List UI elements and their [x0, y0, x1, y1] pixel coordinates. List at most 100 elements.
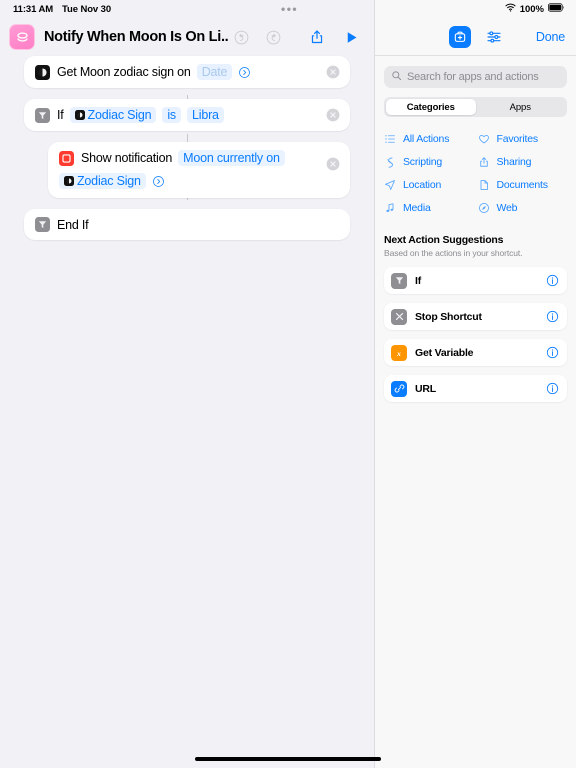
category-label: All Actions: [403, 133, 450, 145]
document-icon: [478, 179, 490, 191]
segmented-control-container: Categories Apps: [375, 88, 576, 117]
multitask-dots-icon[interactable]: •••: [281, 3, 298, 15]
action-card-if[interactable]: If Zodiac Sign is Libra: [24, 99, 350, 131]
tab-categories[interactable]: Categories: [386, 99, 476, 115]
suggestions-subtitle: Based on the actions in your shortcut.: [384, 248, 523, 258]
search-placeholder: Search for apps and actions: [407, 71, 539, 83]
info-icon[interactable]: [546, 346, 559, 359]
add-action-icon[interactable]: [448, 25, 471, 48]
condition-value-token[interactable]: Libra: [187, 107, 224, 123]
action-label: End If: [57, 217, 89, 232]
action-row: End If: [24, 209, 350, 240]
done-button[interactable]: Done: [536, 30, 565, 44]
category-location[interactable]: Location: [384, 179, 478, 191]
action-row-secondary: Zodiac Sign: [48, 173, 350, 198]
suggestion-label: Get Variable: [415, 346, 474, 359]
category-scripting[interactable]: Scripting: [384, 156, 478, 168]
category-label: Media: [403, 202, 431, 214]
moon-icon: [64, 176, 74, 186]
redo-icon[interactable]: [260, 24, 286, 50]
safari-icon: [478, 202, 490, 214]
search-icon: [391, 68, 402, 86]
variable-token-label: Zodiac Sign: [87, 108, 152, 122]
action-label: Show notification: [81, 151, 173, 165]
category-sharing[interactable]: Sharing: [478, 156, 572, 168]
suggestion-item-get-variable[interactable]: x Get Variable: [384, 339, 567, 366]
search-container: Search for apps and actions: [375, 56, 576, 88]
list-icon: [384, 133, 396, 145]
if-icon: [35, 217, 50, 232]
action-row: Get Moon zodiac sign on Date: [24, 56, 350, 88]
suggestion-item-stop-shortcut[interactable]: Stop Shortcut: [384, 303, 567, 330]
variable-token-zodiac-sign[interactable]: Zodiac Sign: [69, 107, 157, 123]
remove-action-button[interactable]: [326, 65, 340, 79]
action-card-end-if[interactable]: End If: [24, 209, 350, 240]
suggestions-title: Next Action Suggestions: [384, 234, 504, 246]
category-label: Web: [496, 202, 518, 214]
play-icon[interactable]: [338, 24, 364, 50]
if-icon: [391, 272, 407, 289]
library-toolbar: Done: [375, 18, 576, 56]
moon-icon: [35, 64, 50, 80]
category-favorites[interactable]: Favorites: [478, 133, 572, 145]
category-documents[interactable]: Documents: [478, 179, 572, 191]
notification-icon: [59, 150, 74, 166]
action-label: If: [57, 108, 64, 122]
status-bar-left: 11:31 AM Tue Nov 30 •••: [0, 0, 374, 18]
action-card-show-notification[interactable]: Show notification Moon currently on Zodi…: [48, 142, 350, 198]
category-label: Location: [403, 179, 442, 191]
battery-icon: [548, 3, 565, 15]
if-icon: [35, 107, 50, 123]
segmented-control: Categories Apps: [384, 97, 567, 117]
undo-icon[interactable]: [228, 24, 254, 50]
page-title: Notify When Moon Is On Li...: [44, 29, 228, 45]
action-library-pane: 100% Done Search for apps and actions Ca…: [375, 0, 576, 768]
status-bar-date: Tue Nov 30: [62, 3, 112, 15]
condition-operator-token[interactable]: is: [162, 107, 181, 123]
remove-action-button[interactable]: [326, 157, 340, 171]
x-icon: [391, 308, 407, 325]
search-input[interactable]: Search for apps and actions: [384, 66, 567, 88]
suggestion-item-if[interactable]: If: [384, 267, 567, 294]
home-indicator[interactable]: [195, 757, 381, 761]
suggestion-item-url[interactable]: URL: [384, 375, 567, 402]
category-label: Favorites: [496, 133, 539, 145]
action-card-get-moon-zodiac-sign[interactable]: Get Moon zodiac sign on Date: [24, 56, 350, 88]
shortcuts-app-screen: 11:31 AM Tue Nov 30 ••• Notify When Moon…: [0, 0, 576, 768]
tab-apps[interactable]: Apps: [476, 99, 566, 115]
info-icon[interactable]: [546, 274, 559, 287]
status-bar-right: 100%: [375, 0, 576, 18]
scripting-icon: [384, 156, 396, 168]
chevron-right-icon[interactable]: [152, 175, 165, 188]
suggestion-label: If: [415, 274, 422, 287]
category-grid: All Actions Favorites Scripting Sharing …: [375, 117, 576, 214]
moon-icon: [74, 110, 85, 120]
link-icon: [391, 380, 407, 397]
category-media[interactable]: Media: [384, 202, 478, 214]
status-bar-time: 11:31 AM: [13, 3, 54, 15]
share-icon[interactable]: [304, 24, 330, 50]
notification-body-field[interactable]: Moon currently on: [178, 150, 285, 166]
info-icon[interactable]: [546, 382, 559, 395]
info-icon[interactable]: [546, 310, 559, 323]
editor-toolbar: Notify When Moon Is On Li...: [0, 18, 374, 56]
date-parameter-token[interactable]: Date: [196, 64, 233, 80]
suggestion-label: URL: [415, 382, 436, 395]
action-label: Get Moon zodiac sign on: [57, 65, 191, 79]
category-label: Sharing: [496, 156, 532, 168]
action-row: Show notification Moon currently on: [48, 142, 350, 175]
chevron-right-icon[interactable]: [238, 66, 251, 79]
battery-percent-label: 100%: [519, 3, 544, 15]
share-icon: [478, 156, 490, 168]
shortcut-editor-pane: 11:31 AM Tue Nov 30 ••• Notify When Moon…: [0, 0, 375, 768]
heart-icon: [478, 133, 490, 145]
remove-action-button[interactable]: [326, 108, 340, 122]
variable-token-label: Zodiac Sign: [77, 174, 141, 188]
category-label: Scripting: [403, 156, 443, 168]
sliders-icon[interactable]: [484, 27, 504, 47]
category-all-actions[interactable]: All Actions: [384, 133, 478, 145]
variable-token-zodiac-sign[interactable]: Zodiac Sign: [59, 173, 146, 189]
category-web[interactable]: Web: [478, 202, 572, 214]
shortcuts-icon: [9, 24, 35, 50]
suggestion-label: Stop Shortcut: [415, 310, 482, 323]
